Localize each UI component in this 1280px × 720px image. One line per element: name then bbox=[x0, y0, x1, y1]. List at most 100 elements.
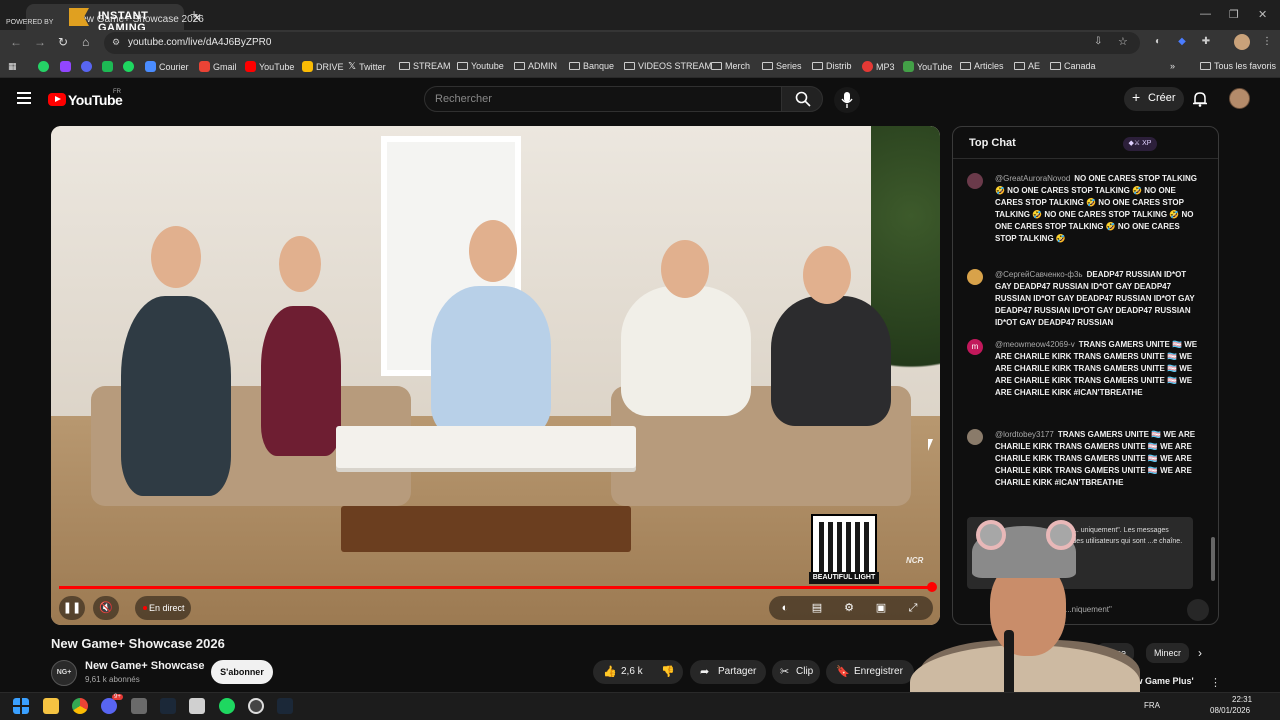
like-count[interactable]: 2,6 k bbox=[621, 666, 643, 677]
chat-author[interactable]: @meowmeow42069-v bbox=[995, 340, 1075, 349]
chat-author[interactable]: @СергейСавченко-ф3ь bbox=[995, 270, 1083, 279]
steam-icon[interactable] bbox=[277, 698, 293, 714]
chat-avatar[interactable] bbox=[967, 429, 983, 445]
bookmark-courier[interactable]: Courier bbox=[145, 61, 189, 72]
bookmark-star-icon[interactable]: ☆ bbox=[1118, 35, 1128, 48]
pause-button[interactable]: ❚❚ bbox=[59, 596, 85, 620]
file-explorer-icon[interactable] bbox=[43, 698, 59, 714]
filter-chip[interactable]: Minecr bbox=[1146, 643, 1190, 663]
address-bar[interactable]: ⚙ youtube.com/live/dA4J6ByZPR0 ⇩ ☆ bbox=[104, 32, 1140, 54]
extension-icon[interactable]: ◆ bbox=[1175, 36, 1189, 50]
subtitles-icon[interactable]: ▤ bbox=[809, 600, 825, 616]
bookmark-stream[interactable]: STREAM bbox=[399, 61, 451, 71]
back-icon[interactable]: ← bbox=[10, 35, 22, 49]
app-icon[interactable] bbox=[189, 698, 205, 714]
bookmark-drive[interactable]: DRIVE bbox=[302, 61, 344, 72]
chevron-right-icon[interactable]: › bbox=[1198, 646, 1202, 660]
whatsapp-icon[interactable] bbox=[38, 61, 49, 72]
chat-avatar[interactable]: m bbox=[967, 339, 983, 355]
clock-time[interactable]: 22:31 bbox=[1232, 695, 1252, 704]
bookmarks-overflow-icon[interactable]: » bbox=[1170, 61, 1175, 71]
discord-icon[interactable] bbox=[81, 61, 92, 72]
extensions-puzzle-icon[interactable]: ✚ bbox=[1199, 36, 1213, 50]
account-avatar[interactable] bbox=[1229, 88, 1250, 109]
chat-scrollbar[interactable] bbox=[1211, 167, 1215, 587]
close-window-icon[interactable]: ✕ bbox=[1258, 8, 1267, 21]
bookmark-twitter[interactable]: 𝕏 Twitter bbox=[348, 61, 386, 72]
create-button[interactable]: + Créer bbox=[1124, 87, 1184, 111]
bookmark-banque[interactable]: Banque bbox=[569, 61, 614, 71]
chat-avatar[interactable] bbox=[967, 173, 983, 189]
voice-search-button[interactable] bbox=[834, 87, 860, 113]
miniplayer-icon[interactable]: ▣ bbox=[873, 600, 889, 616]
chrome-icon[interactable] bbox=[72, 698, 88, 714]
bookmark-series[interactable]: Series bbox=[762, 61, 802, 71]
spotify-icon[interactable] bbox=[219, 698, 235, 714]
chat-author[interactable]: @GreatAuroraNovod bbox=[995, 174, 1070, 183]
profile-avatar[interactable] bbox=[1234, 34, 1250, 50]
bookmark-canada[interactable]: Canada bbox=[1050, 61, 1096, 71]
subscribe-button[interactable]: S'abonner bbox=[211, 660, 273, 684]
chat-badge[interactable]: ◆⚔ XP bbox=[1123, 137, 1157, 151]
install-app-icon[interactable]: ⇩ bbox=[1094, 36, 1102, 47]
all-bookmarks[interactable]: Tous les favoris bbox=[1200, 61, 1276, 71]
bookmark-youtube-2[interactable]: YouTube bbox=[903, 61, 952, 72]
search-button[interactable] bbox=[781, 86, 823, 112]
live-label: En direct bbox=[149, 603, 185, 613]
youtube-logo-icon[interactable] bbox=[48, 93, 66, 106]
mute-button[interactable]: 🔇 bbox=[93, 596, 119, 620]
settings-gear-icon[interactable]: ⚙ bbox=[841, 600, 857, 616]
more-options-icon[interactable]: ⋮ bbox=[1210, 676, 1221, 689]
reload-icon[interactable]: ↻ bbox=[58, 35, 68, 49]
video-player[interactable]: BEAUTIFUL LIGHT NCR ❚❚ 🔇 En direct ◐ ▤ ⚙… bbox=[51, 126, 940, 625]
hamburger-menu-icon[interactable] bbox=[17, 92, 31, 104]
bookmark-articles[interactable]: Articles bbox=[960, 61, 1004, 71]
clock-date[interactable]: 08/01/2026 bbox=[1210, 706, 1250, 715]
bookmark-gmail[interactable]: Gmail bbox=[199, 61, 237, 72]
keyboard-language[interactable]: FRA bbox=[1144, 701, 1160, 710]
share-button[interactable]: ➦ Partager bbox=[690, 660, 766, 684]
windows-start-icon[interactable] bbox=[13, 698, 29, 714]
new-tab-icon[interactable]: + bbox=[190, 6, 198, 22]
bookmark-distrib[interactable]: Distrib bbox=[812, 61, 852, 71]
bookmark-admin[interactable]: ADMIN bbox=[514, 61, 557, 71]
clip-button[interactable]: ✂ Clip bbox=[772, 660, 820, 684]
extension-icon[interactable]: ◐ bbox=[1151, 36, 1165, 50]
live-indicator[interactable]: En direct bbox=[135, 596, 191, 620]
maximize-icon[interactable]: ❐ bbox=[1229, 8, 1239, 21]
channel-avatar[interactable]: NG+ bbox=[51, 660, 77, 686]
bookmark-ae[interactable]: AE bbox=[1014, 61, 1040, 71]
minimize-icon[interactable]: — bbox=[1200, 8, 1211, 20]
chat-title[interactable]: Top Chat bbox=[969, 137, 1016, 149]
bookmark-green-icon[interactable] bbox=[102, 61, 113, 72]
search-input[interactable]: Rechercher bbox=[424, 86, 782, 112]
discord-icon[interactable] bbox=[101, 698, 117, 714]
thumbs-down-icon[interactable]: 👎 bbox=[661, 665, 675, 678]
steam-icon[interactable] bbox=[160, 698, 176, 714]
menu-dots-icon[interactable]: ⋮ bbox=[1260, 36, 1274, 50]
progress-bar[interactable] bbox=[59, 582, 937, 592]
bookmark-merch[interactable]: Merch bbox=[711, 61, 750, 71]
home-icon[interactable]: ⌂ bbox=[82, 35, 89, 49]
autoplay-toggle-icon[interactable]: ◐ bbox=[777, 600, 793, 616]
bookmark-youtube[interactable]: YouTube bbox=[245, 61, 294, 72]
thumbs-up-icon[interactable]: 👍 bbox=[603, 665, 617, 678]
folder-icon bbox=[762, 62, 773, 70]
bookmark-videos-stream[interactable]: VIDEOS STREAM bbox=[624, 61, 712, 71]
spotify-icon[interactable] bbox=[123, 61, 134, 72]
chat-send-button[interactable] bbox=[1187, 599, 1209, 621]
calculator-icon[interactable] bbox=[131, 698, 147, 714]
chat-scroll-thumb[interactable] bbox=[1211, 537, 1215, 581]
twitch-icon[interactable] bbox=[60, 61, 71, 72]
bookmark-mp3[interactable]: MP3 bbox=[862, 61, 895, 72]
notifications-bell-icon[interactable] bbox=[1193, 91, 1207, 107]
chat-avatar[interactable] bbox=[967, 269, 983, 285]
chat-author[interactable]: @lordtobey3177 bbox=[995, 430, 1054, 439]
channel-name[interactable]: New Game+ Showcase bbox=[85, 660, 205, 672]
site-info-icon[interactable]: ⚙ bbox=[112, 37, 120, 48]
apps-grid-icon[interactable]: ▦ bbox=[8, 61, 17, 72]
obs-icon[interactable] bbox=[248, 698, 264, 714]
bookmark-youtube-folder[interactable]: Youtube bbox=[457, 61, 504, 71]
forward-icon[interactable]: → bbox=[34, 35, 46, 49]
chat-text: NO ONE CARES STOP TALKING 🤣 NO ONE CARES… bbox=[995, 174, 1197, 243]
